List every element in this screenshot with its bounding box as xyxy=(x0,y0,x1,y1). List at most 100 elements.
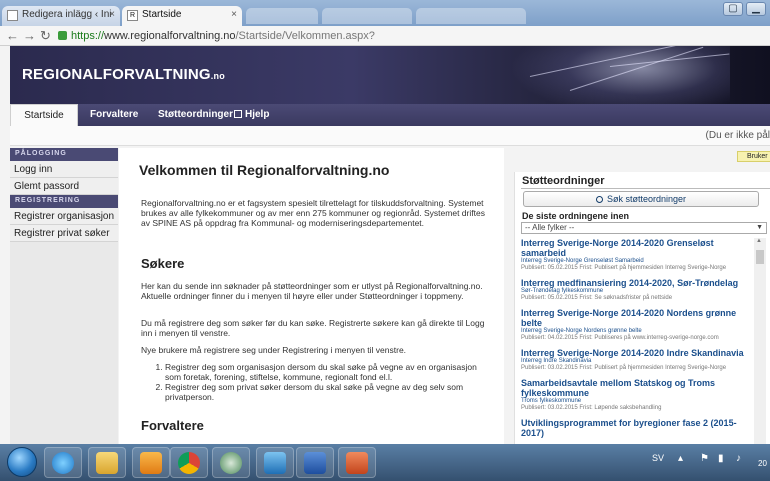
page-title: Velkommen til Regionalforvaltning.no xyxy=(139,162,390,178)
lync-icon[interactable] xyxy=(256,447,294,478)
scrollbar-thumb[interactable] xyxy=(756,250,764,264)
main-content: Velkommen til Regionalforvaltning.no Reg… xyxy=(119,148,504,444)
search-stotteordninger-button[interactable]: Søk støtteordninger xyxy=(523,191,759,207)
start-button[interactable] xyxy=(7,447,37,477)
list-item[interactable]: Utviklingsprogrammet for byregioner fase… xyxy=(521,418,755,438)
search-icon xyxy=(595,196,603,203)
browser-tab-redigera[interactable]: Redigera inlägg ‹ Ini × xyxy=(2,6,120,26)
blurred-tab xyxy=(246,8,318,24)
nav-tab-forvaltere[interactable]: Forvaltere xyxy=(80,104,148,126)
main-nav: Startside Forvaltere Støtteordninger Hje… xyxy=(10,104,770,126)
address-bar: ← → ↻ https://www.regionalforvaltning.no… xyxy=(0,26,770,46)
item-title[interactable]: Interreg Sverige-Norge 2014-2020 Indre S… xyxy=(521,348,755,358)
outlook-icon[interactable] xyxy=(132,447,170,478)
close-tab-icon[interactable]: × xyxy=(231,9,237,20)
logo-main: REGIONALFORVALTNING xyxy=(22,66,211,83)
profile-icon[interactable]: ▢ xyxy=(723,2,743,16)
reload-icon[interactable]: ↻ xyxy=(40,28,51,44)
powerpoint-icon[interactable] xyxy=(338,447,376,478)
list-scrollbar[interactable]: ▲ xyxy=(754,238,766,444)
user-guide-link[interactable]: Bruker xyxy=(737,151,770,162)
minimize-icon[interactable]: ▁ xyxy=(746,2,766,16)
list-item[interactable]: Interreg Sverige-Norge 2014-2020 Indre S… xyxy=(521,348,755,372)
browser-tab-label: Redigera inlägg ‹ Ini xyxy=(22,9,112,20)
site-logo[interactable]: REGIONALFORVALTNING.no xyxy=(22,66,225,83)
url-path: /Startside/Velkommen.aspx? xyxy=(235,30,375,42)
url-field[interactable]: https://www.regionalforvaltning.no/Start… xyxy=(58,27,758,45)
list-item: Registrer deg som privat søker dersom du… xyxy=(165,382,483,402)
county-filter-value: -- Alle fylker -- xyxy=(525,223,575,232)
language-indicator[interactable]: SV xyxy=(652,453,664,463)
list-item[interactable]: Interreg medfinansiering 2014-2020, Sør-… xyxy=(521,278,755,302)
flag-icon[interactable]: ⚑ xyxy=(700,453,709,464)
sidebar-item-logg-inn[interactable]: Logg inn xyxy=(10,161,118,178)
item-title[interactable]: Utviklingsprogrammet for byregioner fase… xyxy=(521,418,755,438)
volume-icon[interactable]: ♪ xyxy=(736,453,741,464)
browser-tab-strip: Redigera inlägg ‹ Ini × R Startside × ▢ … xyxy=(0,0,770,26)
chrome-icon[interactable] xyxy=(170,447,208,478)
list-item: Registrer deg som organisasjon dersom du… xyxy=(165,362,483,382)
browser-tab-label: Startside xyxy=(142,9,182,20)
list-item[interactable]: Interreg Sverige-Norge 2014-2020 Nordens… xyxy=(521,308,755,342)
nav-tab-startside[interactable]: Startside xyxy=(10,104,78,126)
scroll-up-icon[interactable]: ▲ xyxy=(756,238,762,244)
item-published: Publisert: 05.02.2015 Frist: Se søknadsf… xyxy=(521,295,673,301)
back-arrow-icon[interactable]: ← xyxy=(6,28,19,44)
show-hidden-icons-icon[interactable]: ▴ xyxy=(678,453,683,464)
item-title[interactable]: Interreg Sverige-Norge 2014-2020 Nordens… xyxy=(521,308,755,328)
item-org: Interreg Indre Skandinavia xyxy=(521,358,592,364)
signal-icon[interactable]: ▮ xyxy=(718,453,724,464)
url-scheme: https:// xyxy=(71,30,105,42)
sokere-paragraph-1: Her kan du sende inn søknader på støtteo… xyxy=(141,281,483,301)
chevron-down-icon: ▼ xyxy=(756,224,763,231)
banner-glow xyxy=(510,46,730,104)
url-host: www.regionalforvaltning.no xyxy=(104,30,236,42)
sidebar-item-glemt-passord[interactable]: Glemt passord xyxy=(10,178,118,195)
internet-explorer-icon[interactable] xyxy=(44,447,82,478)
item-org: Sør-Trøndelag fylkeskommune xyxy=(521,288,604,294)
stotteordninger-panel: Støtteordninger Søk støtteordninger De s… xyxy=(514,172,770,444)
login-status-bar: (Du er ikke pål xyxy=(10,126,770,146)
item-published: Publisert: 03.02.2015 Frist: Publisert p… xyxy=(521,365,727,371)
sidebar-heading-registrering: REGISTRERING xyxy=(10,195,118,208)
logo-suffix: .no xyxy=(210,71,225,81)
lock-icon xyxy=(58,31,67,40)
panel-divider xyxy=(521,188,770,189)
close-tab-icon[interactable]: × xyxy=(109,9,115,20)
sokere-heading: Søkere xyxy=(141,256,185,271)
browser-tab-startside[interactable]: R Startside × xyxy=(122,6,242,26)
latest-list: Interreg Sverige-Norge 2014-2020 Grensel… xyxy=(521,238,755,444)
sidebar-item-registrer-organisasjon[interactable]: Registrer organisasjon xyxy=(10,208,118,225)
word-icon[interactable] xyxy=(296,447,334,478)
sidebar-item-registrer-privat-soker[interactable]: Registrer privat søker xyxy=(10,225,118,242)
item-title[interactable]: Samarbeidsavtale mellom Statskog og Trom… xyxy=(521,378,755,398)
wordpress-page-icon xyxy=(7,10,18,21)
sokere-paragraph-3: Nye brukere må registrere seg under Regi… xyxy=(141,345,407,355)
blurred-tab xyxy=(322,8,412,24)
item-title[interactable]: Interreg Sverige-Norge 2014-2020 Grensel… xyxy=(521,238,755,258)
item-org: Interreg Sverige-Norge Nordens grønne be… xyxy=(521,328,642,334)
latest-heading: De siste ordningene inen xyxy=(522,211,630,221)
item-title[interactable]: Interreg medfinansiering 2014-2020, Sør-… xyxy=(521,278,755,288)
site-banner: REGIONALFORVALTNING.no xyxy=(10,46,770,104)
item-org: Troms fylkeskommune xyxy=(521,398,582,404)
county-filter-select[interactable]: -- Alle fylker -- ▼ xyxy=(521,222,767,234)
list-item[interactable]: Interreg Sverige-Norge 2014-2020 Grensel… xyxy=(521,238,755,272)
nav-tab-hjelp[interactable]: Hjelp xyxy=(224,104,279,126)
site-favicon-icon: R xyxy=(127,10,138,21)
sidebar-heading-palogging: PÅLOGGING xyxy=(10,148,118,161)
intro-paragraph: Regionalforvaltning.no er et fagsystem s… xyxy=(141,198,485,228)
clock[interactable]: 20 xyxy=(758,459,767,468)
forward-arrow-icon[interactable]: → xyxy=(23,28,36,44)
list-item[interactable]: Samarbeidsavtale mellom Statskog og Trom… xyxy=(521,378,755,412)
search-button-label: Søk støtteordninger xyxy=(606,194,687,204)
panel-title: Støtteordninger xyxy=(522,175,605,187)
external-link-icon xyxy=(234,110,242,118)
nav-tab-hjelp-label: Hjelp xyxy=(245,109,270,120)
network-icon[interactable] xyxy=(212,447,250,478)
login-status: (Du er ikke pål xyxy=(705,130,770,141)
registration-list: Registrer deg som organisasjon dersom du… xyxy=(153,362,483,402)
file-explorer-icon[interactable] xyxy=(88,447,126,478)
windows-taskbar: SV ▴ ⚑ ▮ ♪ 20 xyxy=(0,444,770,481)
blurred-tab xyxy=(416,8,526,24)
